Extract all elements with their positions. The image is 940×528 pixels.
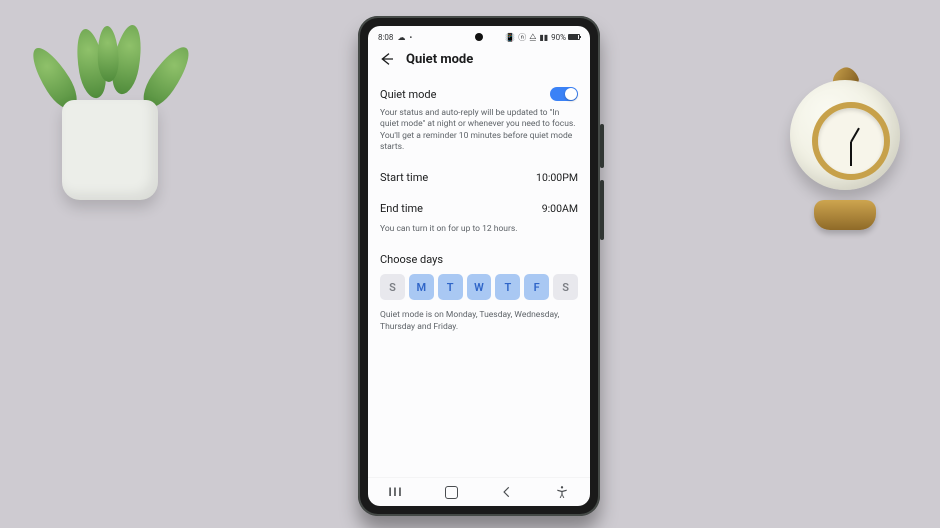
quiet-mode-toggle-row[interactable]: Quiet mode <box>380 80 578 108</box>
switch-thumb <box>565 88 577 100</box>
status-time: 8:08 <box>378 33 393 42</box>
phone-frame: 8:08 ☁ • 📳 ⓝ ⧋ ▮▮ 90% Quie <box>358 16 600 516</box>
system-back-button[interactable] <box>496 481 518 503</box>
cloud-icon: ☁ <box>397 33 405 42</box>
volume-up-button <box>600 124 604 168</box>
app-bar: Quiet mode <box>368 48 590 74</box>
start-time-label: Start time <box>380 171 428 184</box>
day-chip-2[interactable]: T <box>438 274 463 300</box>
signal-icon: ▮▮ <box>539 33 548 42</box>
day-chip-5[interactable]: F <box>524 274 549 300</box>
quiet-mode-switch[interactable] <box>550 87 578 101</box>
home-button[interactable] <box>440 481 462 503</box>
end-time-row[interactable]: End time 9:00AM <box>380 193 578 224</box>
page-title: Quiet mode <box>406 52 473 67</box>
home-icon <box>445 486 458 499</box>
accessibility-button[interactable] <box>551 481 573 503</box>
volume-down-button <box>600 180 604 240</box>
decorative-plant <box>40 0 180 200</box>
day-chip-3[interactable]: W <box>467 274 492 300</box>
wifi-icon: ⧋ <box>529 32 536 42</box>
day-chip-4[interactable]: T <box>495 274 520 300</box>
back-button[interactable] <box>378 50 396 68</box>
quiet-mode-label: Quiet mode <box>380 88 436 101</box>
decorative-clock <box>780 68 910 238</box>
end-time-value: 9:00AM <box>542 202 578 215</box>
nfc-icon: ⓝ <box>518 32 526 43</box>
arrow-left-icon <box>379 51 395 67</box>
start-time-row[interactable]: Start time 10:00PM <box>380 162 578 193</box>
android-nav-bar: III <box>368 477 590 506</box>
accessibility-icon <box>555 485 569 499</box>
battery-percent: 90% <box>551 33 566 42</box>
start-time-value: 10:00PM <box>536 171 578 184</box>
front-camera <box>475 33 483 41</box>
phone-screen: 8:08 ☁ • 📳 ⓝ ⧋ ▮▮ 90% Quie <box>368 26 590 506</box>
end-time-label: End time <box>380 202 423 215</box>
vibrate-icon: 📳 <box>505 33 515 42</box>
duration-limit-help: You can turn it on for up to 12 hours. <box>380 224 578 243</box>
day-chip-6[interactable]: S <box>553 274 578 300</box>
day-selector: SMTWTFS <box>380 272 578 306</box>
day-chip-0[interactable]: S <box>380 274 405 300</box>
battery-icon <box>568 34 580 40</box>
day-chip-1[interactable]: M <box>409 274 434 300</box>
quiet-mode-description: Your status and auto-reply will be updat… <box>380 108 578 162</box>
chevron-left-icon <box>500 485 514 499</box>
choose-days-summary: Quiet mode is on Monday, Tuesday, Wednes… <box>380 306 578 333</box>
settings-content: Quiet mode Your status and auto-reply wi… <box>368 74 590 477</box>
choose-days-label: Choose days <box>380 243 578 272</box>
notification-dot-icon: • <box>409 33 412 42</box>
recents-button[interactable]: III <box>385 481 407 503</box>
